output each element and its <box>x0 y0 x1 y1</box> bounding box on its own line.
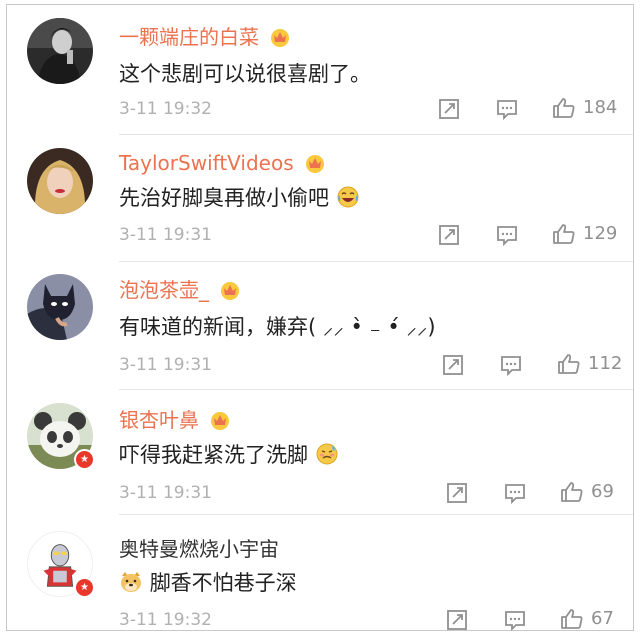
username-text[interactable]: 奥特曼燃烧小宇宙 <box>119 537 279 561</box>
comment-item: 泡泡茶壶_ 有味道的新闻，嫌弃( ⸝⸝ •̀ ₋ •́ ⸝⸝) 3-11 19:… <box>27 262 633 390</box>
comment-text: 有味道的新闻，嫌弃( ⸝⸝ •̀ ₋ •́ ⸝⸝) <box>119 315 436 339</box>
username[interactable]: 银杏叶鼻 <box>119 408 231 432</box>
like-count: 67 <box>591 608 614 629</box>
like-count: 129 <box>583 223 618 244</box>
avatar[interactable] <box>27 18 93 84</box>
comment-time: 3-11 19:32 <box>119 99 212 119</box>
like-icon[interactable] <box>552 222 576 246</box>
reply-icon[interactable] <box>495 97 519 121</box>
avatar[interactable] <box>27 274 93 340</box>
like-count: 184 <box>583 97 618 118</box>
verified-badge: ★ <box>74 577 95 598</box>
comment-time: 3-11 19:31 <box>119 483 212 503</box>
reply-icon[interactable] <box>503 608 527 632</box>
comment-text: 这个悲剧可以说很喜剧了。 <box>119 62 371 86</box>
username[interactable]: 奥特曼燃烧小宇宙 <box>119 537 279 561</box>
comment-text-body: 先治好脚臭再做小偷吧 <box>119 186 329 210</box>
repost-icon[interactable] <box>441 353 465 377</box>
comment-time: 3-11 19:31 <box>119 225 212 245</box>
username-text[interactable]: 泡泡茶壶_ <box>119 278 209 302</box>
comment-text-body: 吓得我赶紧洗了洗脚 <box>119 443 308 467</box>
comment-text: 先治好脚臭再做小偷吧 <box>119 185 360 211</box>
username[interactable]: 泡泡茶壶_ <box>119 278 241 302</box>
avatar[interactable]: ★ <box>27 531 95 598</box>
vip-crown-icon <box>305 155 324 173</box>
avatar[interactable] <box>27 148 93 214</box>
comment-time: 3-11 19:31 <box>119 355 212 375</box>
comment-item: ★ 奥特曼燃烧小宇宙 脚香不怕巷子深 3-11 19:32 67 <box>27 515 633 632</box>
vip-crown-icon <box>271 29 290 47</box>
like-icon[interactable] <box>557 352 581 376</box>
reply-icon[interactable] <box>503 481 527 505</box>
repost-icon[interactable] <box>437 97 461 121</box>
username[interactable]: TaylorSwiftVideos <box>119 151 326 175</box>
username[interactable]: 一颗端庄的白菜 <box>119 25 291 49</box>
like-icon[interactable] <box>560 480 584 504</box>
sweating-emoji <box>316 443 338 465</box>
comment-item: ★ 银杏叶鼻 吓得我赶紧洗了洗脚 3-11 19:31 69 <box>27 390 633 515</box>
comment-text: 脚香不怕巷子深 <box>119 570 297 596</box>
avatar[interactable]: ★ <box>27 403 95 470</box>
like-count: 69 <box>591 481 614 502</box>
repost-icon[interactable] <box>445 481 469 505</box>
reply-icon[interactable] <box>499 353 523 377</box>
like-count: 112 <box>588 353 623 374</box>
doge-emoji <box>121 572 141 592</box>
comment-text: 吓得我赶紧洗了洗脚 <box>119 442 339 468</box>
verified-badge: ★ <box>74 449 95 470</box>
comment-time: 3-11 19:32 <box>119 610 212 630</box>
username-text[interactable]: 银杏叶鼻 <box>119 408 199 432</box>
repost-icon[interactable] <box>437 223 461 247</box>
comment-item: 一颗端庄的白菜 这个悲剧可以说很喜剧了。 3-11 19:32 184 <box>27 5 633 135</box>
like-icon[interactable] <box>560 607 584 631</box>
vip-crown-icon <box>221 282 240 300</box>
laughing-crying-emoji <box>337 186 359 208</box>
username-text[interactable]: 一颗端庄的白菜 <box>119 25 259 49</box>
reply-icon[interactable] <box>495 223 519 247</box>
comment-list: 一颗端庄的白菜 这个悲剧可以说很喜剧了。 3-11 19:32 184 Tayl… <box>6 4 634 632</box>
repost-icon[interactable] <box>445 608 469 632</box>
like-icon[interactable] <box>552 96 576 120</box>
comment-text-body: 脚香不怕巷子深 <box>149 571 297 595</box>
vip-crown-icon <box>211 412 230 430</box>
comment-item: TaylorSwiftVideos 先治好脚臭再做小偷吧 3-11 19:31 <box>27 135 633 262</box>
username-text[interactable]: TaylorSwiftVideos <box>119 151 294 175</box>
